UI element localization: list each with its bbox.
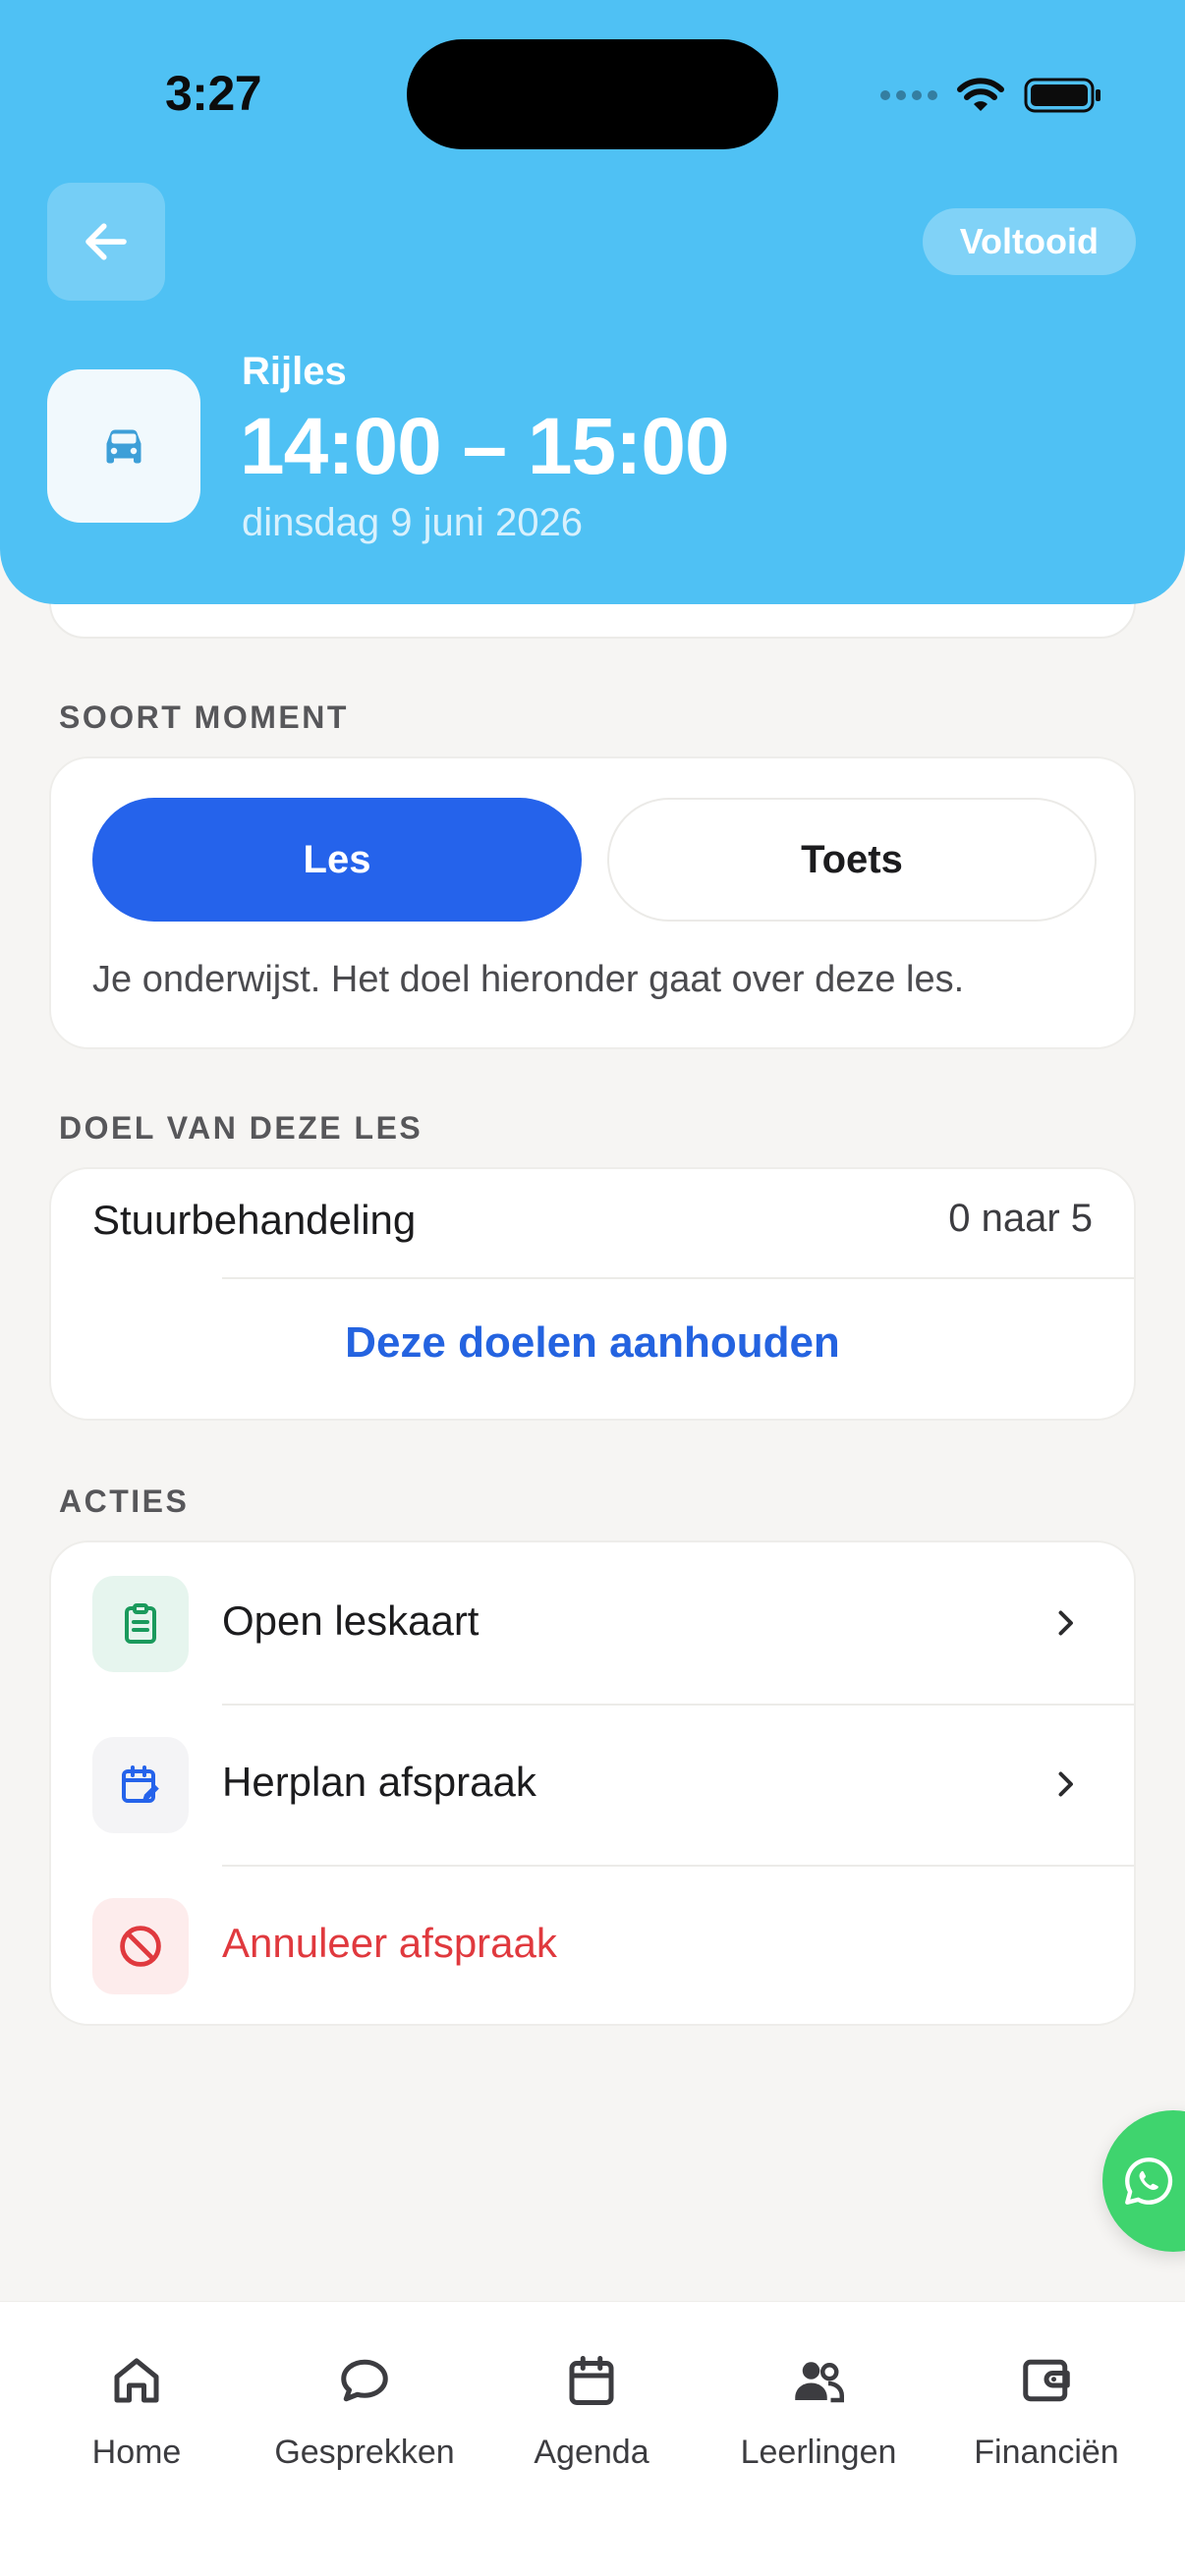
status-badge: Voltooid — [922, 208, 1136, 275]
back-button[interactable] — [47, 183, 165, 301]
tab-gesprekken[interactable]: Gesprekken — [252, 2351, 478, 2472]
lesson-type: Rijles — [242, 350, 347, 393]
segment-les[interactable]: Les — [92, 798, 582, 922]
tab-agenda[interactable]: Agenda — [479, 2351, 705, 2472]
wallet-icon — [1023, 2359, 1070, 2402]
tab-label: Financiën — [974, 2434, 1119, 2471]
keep-goals-button[interactable]: Deze doelen aanhouden — [51, 1318, 1134, 1368]
tab-label: Gesprekken — [274, 2434, 455, 2471]
car-icon — [106, 429, 141, 464]
calendar-edit-icon-box — [92, 1737, 189, 1833]
dynamic-island — [407, 39, 778, 149]
tab-label: Agenda — [534, 2434, 649, 2471]
moment-card: Les Toets Je onderwijst. Het doel hieron… — [49, 756, 1136, 1049]
lesson-time-range: 14:00 – 15:00 — [240, 402, 730, 491]
whatsapp-icon — [1125, 2157, 1173, 2205]
action-herplan-afspraak[interactable]: Herplan afspraak — [51, 1706, 1134, 1865]
chat-icon — [341, 2359, 388, 2402]
goal-name: Stuurbehandeling — [92, 1197, 417, 1243]
divider — [222, 1277, 1134, 1279]
cancel-icon-box — [92, 1898, 189, 1994]
chevron-right-icon — [1058, 1771, 1073, 1797]
header: 3:27 Voltooid Rijles 14:00 – 15:00 dinsd… — [0, 0, 1185, 604]
home-icon — [114, 2358, 159, 2403]
section-title-goal: DOEL VAN DEZE LES — [59, 1110, 423, 1146]
chevron-right-icon — [1058, 1610, 1073, 1636]
clipboard-icon-box — [92, 1576, 189, 1672]
lesson-date: dinsdag 9 juni 2026 — [242, 501, 583, 544]
section-title-actions: ACTIES — [59, 1484, 190, 1519]
calendar-icon — [569, 2356, 614, 2405]
people-icon — [795, 2362, 844, 2403]
action-label-cancel: Annuleer afspraak — [222, 1920, 557, 1966]
goal-card: Stuurbehandeling 0 naar 5 Deze doelen aa… — [49, 1167, 1136, 1421]
section-title-moment: SOORT MOMENT — [59, 700, 349, 735]
arrow-left-icon — [85, 223, 127, 260]
clipboard-icon — [125, 1603, 156, 1644]
calendar-edit-icon — [122, 1765, 159, 1803]
moment-description: Je onderwijst. Het doel hieronder gaat o… — [92, 959, 965, 1000]
tab-financien[interactable]: Financiën — [933, 2351, 1159, 2472]
tab-leerlingen[interactable]: Leerlingen — [705, 2351, 931, 2472]
tab-label: Leerlingen — [740, 2434, 897, 2471]
wifi-icon — [957, 78, 1004, 111]
action-open-leskaart[interactable]: Open leskaart — [51, 1542, 1134, 1704]
signal-icon — [880, 90, 937, 100]
action-label: Herplan afspraak — [222, 1759, 536, 1805]
car-tile — [47, 369, 200, 523]
battery-icon — [1024, 78, 1100, 113]
status-icons — [880, 73, 1102, 118]
action-label: Open leskaart — [222, 1597, 480, 1644]
actions-card: Open leskaart Herplan afspraak Annuleer … — [49, 1540, 1136, 2026]
tab-label: Home — [91, 2434, 182, 2471]
status-time: 3:27 — [165, 66, 262, 121]
segment-toets[interactable]: Toets — [607, 798, 1097, 922]
tab-home[interactable]: Home — [24, 2351, 250, 2472]
whatsapp-button[interactable] — [1102, 2110, 1185, 2252]
tab-bar: Home Gesprekken Agenda Leerlingen Financ… — [0, 2301, 1185, 2576]
cancel-icon — [120, 1926, 161, 1967]
action-annuleer-afspraak[interactable]: Annuleer afspraak — [51, 1867, 1134, 2028]
goal-progress: 0 naar 5 — [948, 1197, 1093, 1240]
